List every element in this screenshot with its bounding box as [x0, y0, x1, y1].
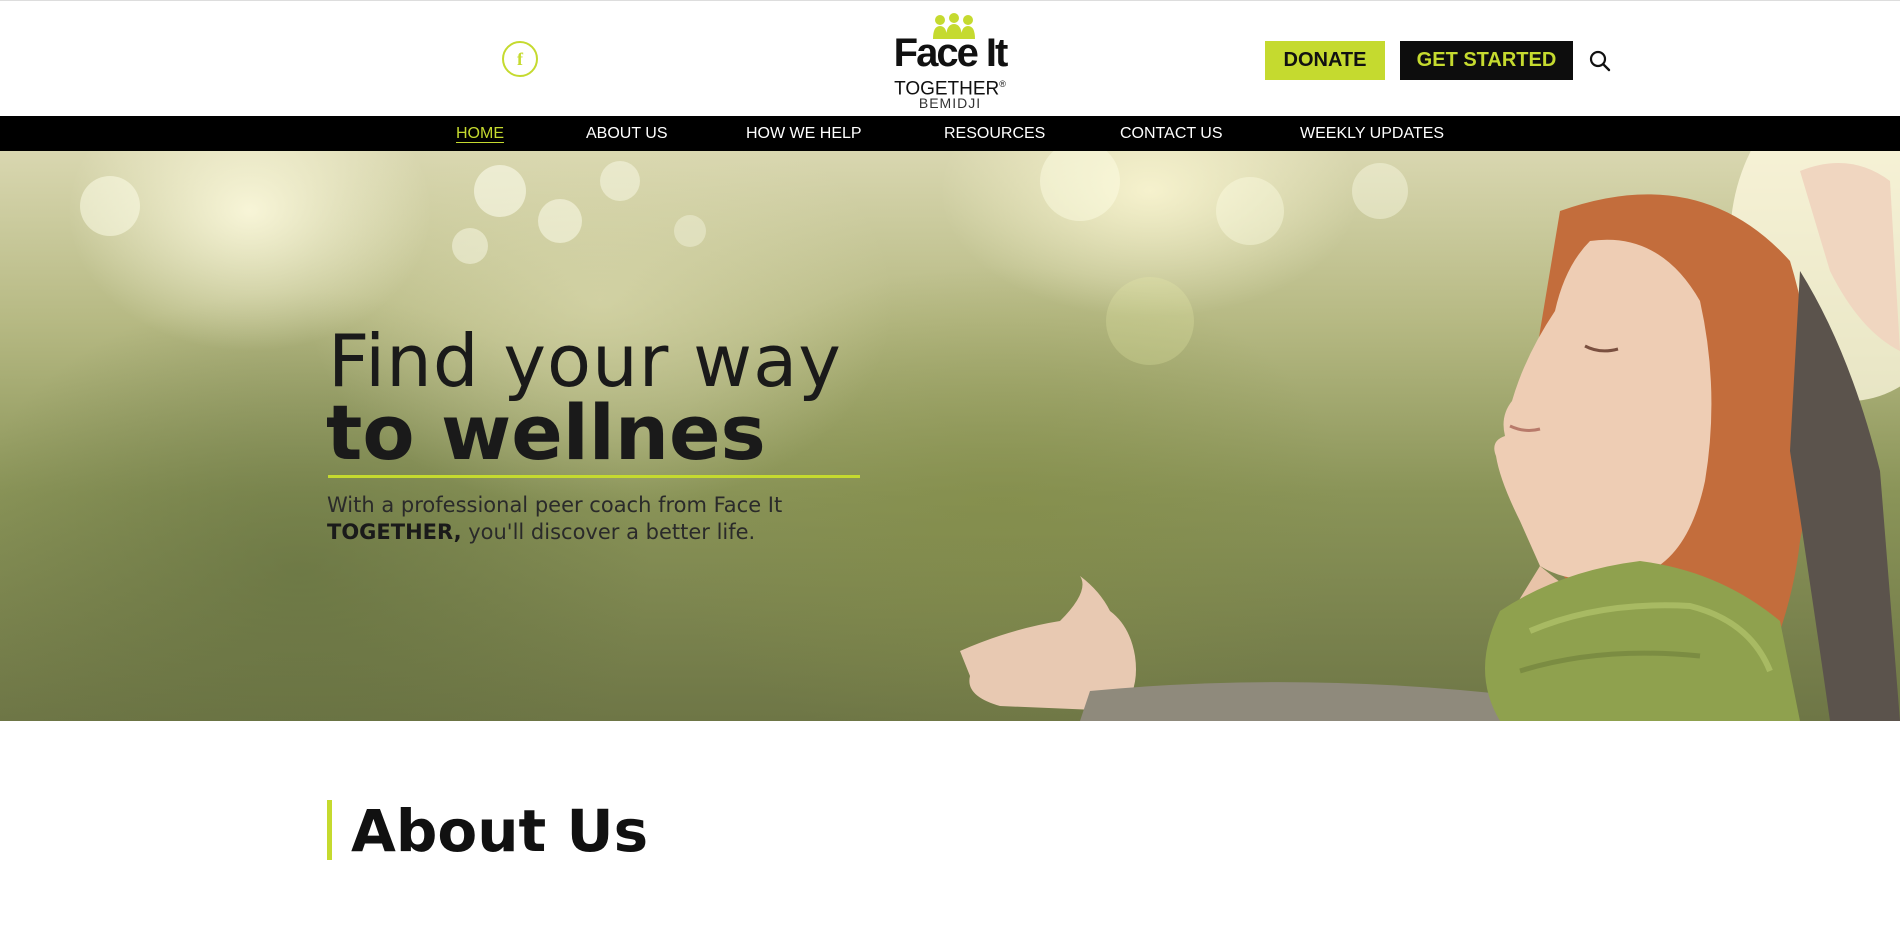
nav-item-contact-us[interactable]: CONTACT US — [1120, 116, 1223, 151]
hero-divider — [328, 475, 860, 478]
about-accent-bar — [327, 800, 332, 860]
facebook-icon[interactable]: f — [502, 41, 538, 77]
nav-item-resources[interactable]: RESOURCES — [944, 116, 1045, 151]
logo-city: BEMIDJI — [918, 95, 982, 111]
main-nav: HOME ABOUT US HOW WE HELP RESOURCES CONT… — [0, 116, 1900, 151]
site-logo[interactable]: Face It TOGETHER® BEMIDJI — [880, 11, 1020, 111]
hero-headline-line2: to wellnes — [326, 388, 766, 477]
donate-button[interactable]: DONATE — [1265, 41, 1385, 80]
hero-banner: Find your way to wellnes With a professi… — [0, 151, 1900, 721]
nav-item-weekly-updates[interactable]: WEEKLY UPDATES — [1300, 116, 1444, 151]
nav-item-home[interactable]: HOME — [456, 116, 504, 151]
site-header: f Face It TOGETHER® BEMIDJI DONATE GET S… — [0, 0, 1900, 116]
hero-photo — [80, 151, 1900, 721]
nav-item-about-us[interactable]: ABOUT US — [586, 116, 668, 151]
get-started-button[interactable]: GET STARTED — [1400, 41, 1573, 80]
logo-wordmark: Face It — [893, 31, 1009, 75]
nav-item-how-we-help[interactable]: HOW WE HELP — [746, 116, 862, 151]
search-icon[interactable] — [1588, 49, 1612, 73]
about-heading: About Us — [351, 797, 649, 865]
hero-subtext: With a professional peer coach from Face… — [327, 493, 783, 544]
